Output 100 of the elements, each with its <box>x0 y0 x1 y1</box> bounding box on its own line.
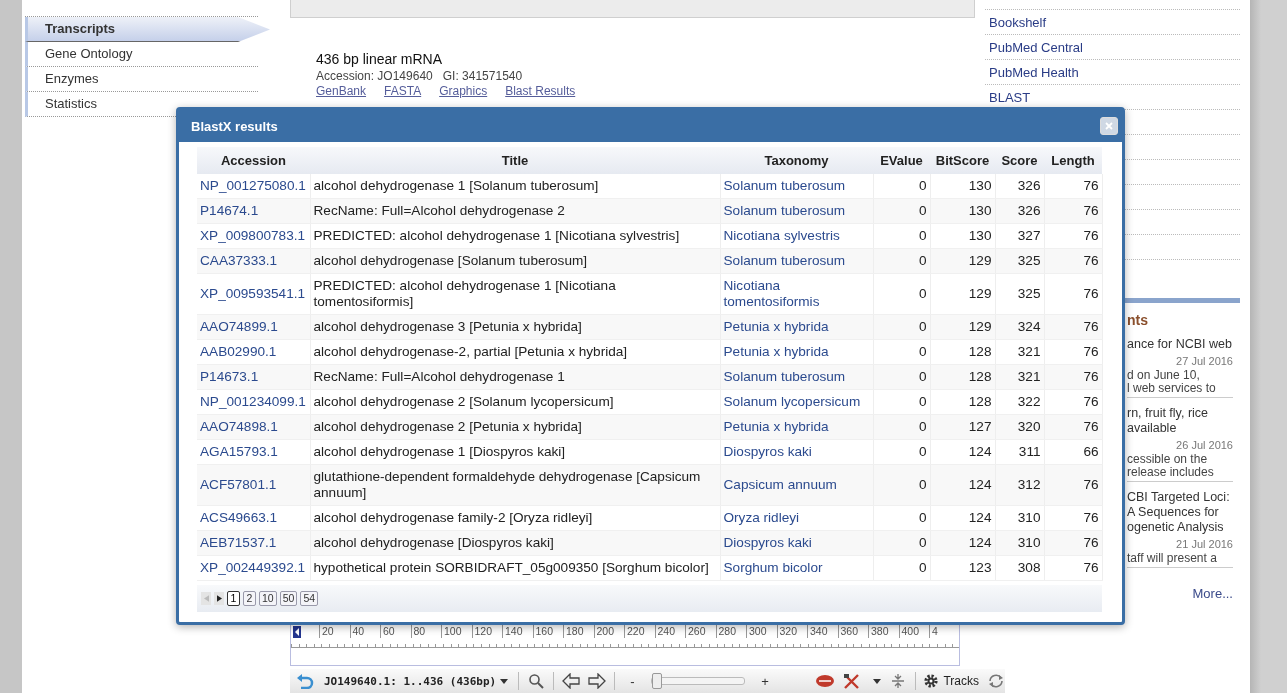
record-summary: 436 bp linear mRNA <box>316 50 444 68</box>
news-date: 21 Jul 2016 <box>1175 537 1233 552</box>
length-cell: 76 <box>1083 253 1099 268</box>
length-cell: 76 <box>1083 344 1099 359</box>
search-icon[interactable] <box>526 673 545 689</box>
title-cell: PREDICTED: alcohol dehydrogenase 1 [Nicotiana tomentosiformis] <box>313 278 616 309</box>
taxonomy-link[interactable]: Petunia x hybrida <box>723 344 870 360</box>
news-title[interactable]: available <box>1127 421 1233 436</box>
taxonomy-link[interactable]: Solanum tuberosum <box>723 178 870 194</box>
accession-link[interactable]: XP_009593541.1 <box>200 286 307 302</box>
column-header[interactable]: BitScore <box>930 147 995 174</box>
score-cell: 327 <box>1017 228 1041 243</box>
taxonomy-link[interactable]: Oryza ridleyi <box>723 510 870 526</box>
column-header[interactable]: Title <box>310 147 720 174</box>
evalue-cell: 0 <box>918 560 927 575</box>
score-cell: 325 <box>1017 286 1041 301</box>
news-title[interactable]: A Sequences for <box>1127 505 1233 520</box>
length-cell: 76 <box>1083 369 1099 384</box>
resource-link[interactable]: PubMed Health <box>989 64 1079 80</box>
accession-link[interactable]: XP_009800783.1 <box>200 228 307 244</box>
accession-link[interactable]: ACS49663.1 <box>200 510 307 526</box>
record-link[interactable]: GenBank <box>316 84 367 98</box>
accession-link[interactable]: AAB02990.1 <box>200 344 307 360</box>
length-cell: 76 <box>1083 286 1099 301</box>
score-cell: 308 <box>1017 560 1041 575</box>
taxonomy-link[interactable]: Nicotiana tomentosiformis <box>723 278 870 310</box>
right-triangle-icon <box>216 595 222 602</box>
title-cell: alcohol dehydrogenase 2 [Solanum lycopersicum] <box>313 394 614 409</box>
next-page-button[interactable] <box>214 592 224 605</box>
undo-icon[interactable] <box>296 673 314 689</box>
length-cell: 76 <box>1083 319 1099 334</box>
length-cell: 76 <box>1083 419 1099 434</box>
location-dropdown[interactable]: JO149640.1: 1..436 (436bp) <box>322 674 511 688</box>
title-cell: alcohol dehydrogenase [Solanum tuberosum] <box>313 253 588 268</box>
score-cell: 310 <box>1017 510 1041 525</box>
caret-icon[interactable] <box>872 678 881 684</box>
evalue-cell: 0 <box>918 369 927 384</box>
resource-link[interactable]: Bookshelf <box>989 14 1047 30</box>
evalue-cell: 0 <box>918 203 927 218</box>
sidebar-item[interactable]: Transcripts <box>25 17 270 42</box>
more-link[interactable]: More... <box>1192 586 1233 601</box>
page-button[interactable]: 50 <box>279 591 298 606</box>
close-button[interactable] <box>1100 117 1118 135</box>
accession-link[interactable]: NP_001234099.1 <box>200 394 307 410</box>
title-cell: alcohol dehydrogenase family-2 [Oryza ridleyi] <box>313 510 593 525</box>
bitscore-cell: 130 <box>968 203 992 218</box>
title-cell: alcohol dehydrogenase 1 [Diospyros kaki] <box>313 444 566 459</box>
news-summary: taff will present a <box>1127 552 1218 565</box>
accession-text: Accession: JO149640 <box>316 68 433 84</box>
record-link[interactable]: Graphics <box>439 84 488 98</box>
taxonomy-link[interactable]: Solanum lycopersicum <box>723 394 870 410</box>
section-heading: nts <box>1127 311 1149 329</box>
refresh-icon[interactable] <box>987 673 1005 689</box>
bitscore-cell: 129 <box>968 286 992 301</box>
accession-link[interactable]: NP_001275080.1 <box>200 178 307 194</box>
accession-link[interactable]: AGA15793.1 <box>200 444 307 460</box>
bitscore-cell: 128 <box>968 369 992 384</box>
column-header[interactable]: EValue <box>873 147 930 174</box>
gear-icon <box>923 673 940 689</box>
score-cell: 321 <box>1017 369 1041 384</box>
tools-icon[interactable] <box>842 673 861 689</box>
score-cell: 325 <box>1017 253 1041 268</box>
news-summary: d on June 10, <box>1127 369 1201 382</box>
record-link[interactable]: Blast Results <box>505 84 576 98</box>
tracks-button[interactable]: Tracks <box>923 673 979 689</box>
zoom-out-button[interactable]: - <box>622 673 643 689</box>
news-title[interactable]: CBI Targeted Loci: <box>1127 490 1233 505</box>
column-header[interactable]: Score <box>995 147 1044 174</box>
column-header[interactable]: Accession <box>197 147 310 174</box>
sequence-icon[interactable] <box>814 674 835 688</box>
page-button[interactable]: 54 <box>300 591 319 606</box>
news-title[interactable]: ance for NCBI web <box>1127 337 1233 352</box>
score-cell: 326 <box>1017 203 1041 218</box>
bitscore-cell: 124 <box>968 535 992 550</box>
title-cell: alcohol dehydrogenase 2 [Petunia x hybrida] <box>313 419 582 434</box>
resource-link[interactable]: BLAST <box>989 89 1031 105</box>
column-header[interactable]: Taxonomy <box>720 147 873 174</box>
slider-thumb[interactable] <box>652 673 663 689</box>
record-link[interactable]: FASTA <box>384 84 422 98</box>
title-cell: alcohol dehydrogenase 1 [Solanum tuberosum] <box>313 178 599 193</box>
evalue-cell: 0 <box>918 253 927 268</box>
page-button[interactable]: 1 <box>227 591 240 606</box>
back-arrow-icon[interactable] <box>561 673 580 689</box>
news-title[interactable]: ogenetic Analysis <box>1127 520 1233 535</box>
taxonomy-link[interactable]: Nicotiana sylvestris <box>723 228 870 244</box>
page-button[interactable]: 2 <box>243 591 256 606</box>
resource-link[interactable]: PubMed Central <box>989 39 1083 55</box>
news-date: 26 Jul 2016 <box>1175 438 1233 453</box>
zoom-in-button[interactable]: + <box>753 673 777 689</box>
news-title[interactable]: rn, fruit fly, rice <box>1127 406 1233 421</box>
column-header[interactable]: Length <box>1044 147 1102 174</box>
page-button[interactable]: 10 <box>259 591 277 606</box>
taxonomy-link[interactable]: Sorghum bicolor <box>723 560 870 576</box>
marker-icon[interactable] <box>293 626 301 638</box>
accession-link[interactable]: XP_002449392.1 <box>200 560 307 576</box>
sidebar-item[interactable]: Enzymes <box>25 67 258 92</box>
taxonomy-link[interactable]: Diospyros kaki <box>723 444 870 460</box>
sidebar-item[interactable]: Gene Ontology <box>25 42 258 67</box>
forward-arrow-icon[interactable] <box>587 673 606 689</box>
bitscore-cell: 129 <box>968 319 992 334</box>
